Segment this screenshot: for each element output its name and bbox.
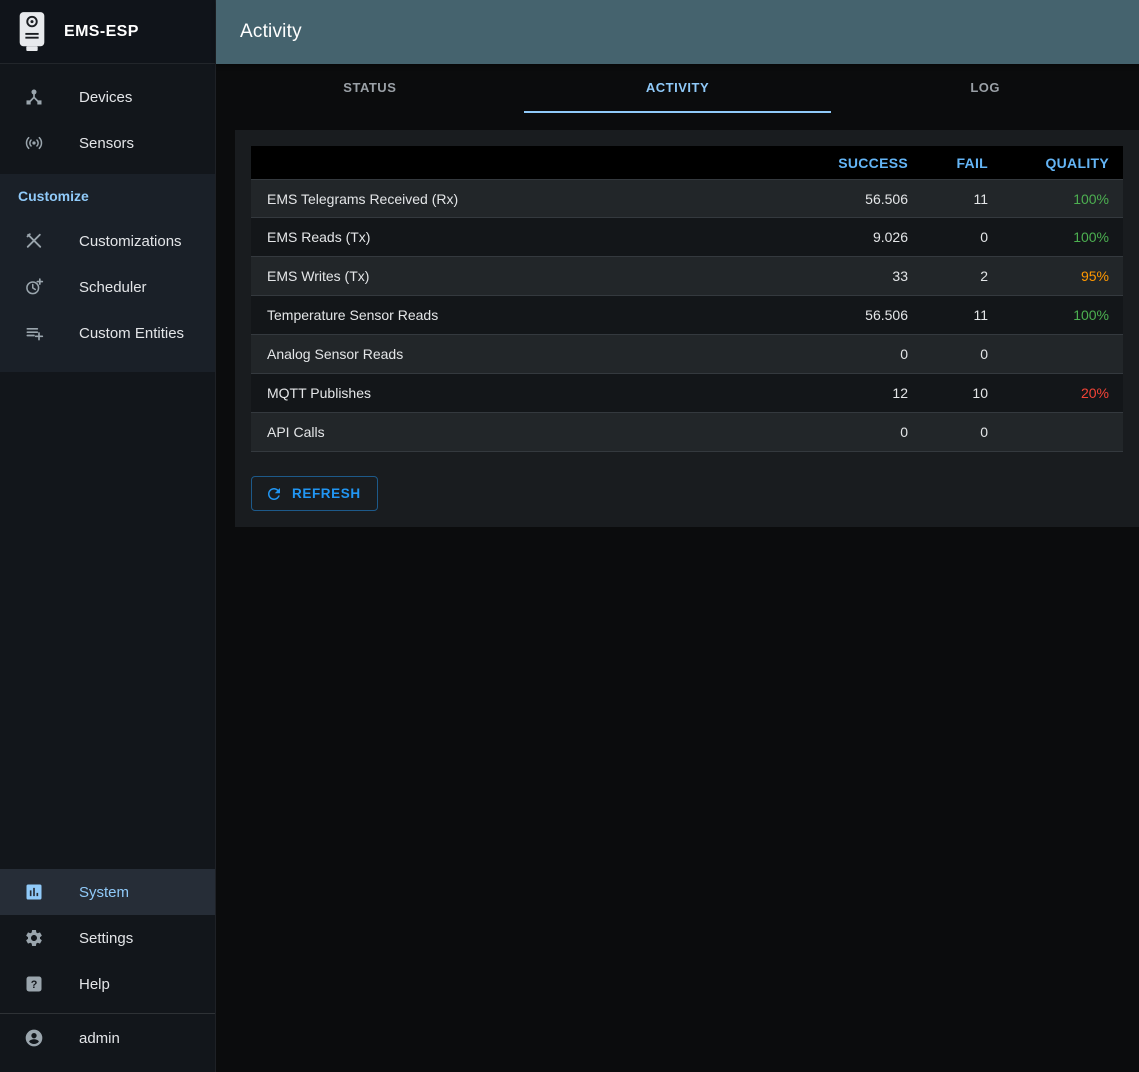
tab-status[interactable]: STATUS — [216, 64, 524, 113]
table-row: API Calls 0 0 — [251, 413, 1123, 452]
column-header-success: SUCCESS — [784, 155, 924, 171]
app-title: EMS-ESP — [64, 23, 139, 41]
sidebar-item-label: Devices — [79, 89, 132, 106]
metric-name: Analog Sensor Reads — [251, 346, 784, 362]
appbar: Activity — [216, 0, 1139, 64]
metric-quality: 100% — [1004, 307, 1123, 323]
customize-section-header: Customize — [0, 188, 215, 204]
metric-name: EMS Reads (Tx) — [251, 229, 784, 245]
table-row: Temperature Sensor Reads 56.506 11 100% — [251, 296, 1123, 335]
sidebar-item-scheduler[interactable]: Scheduler — [0, 264, 215, 310]
metric-success: 12 — [784, 385, 924, 401]
sensors-icon — [24, 133, 44, 153]
metric-name: API Calls — [251, 424, 784, 440]
help-icon: ? — [24, 974, 44, 994]
device-hub-icon — [24, 87, 44, 107]
ems-esp-logo-icon — [14, 10, 50, 54]
sidebar-item-custom-entities[interactable]: Custom Entities — [0, 310, 215, 356]
column-header-quality: QUALITY — [1004, 155, 1123, 171]
table-row: Analog Sensor Reads 0 0 — [251, 335, 1123, 374]
sidebar-item-label: Settings — [79, 930, 133, 947]
metric-fail: 0 — [924, 424, 1004, 440]
metric-quality: 100% — [1004, 229, 1123, 245]
table-row: EMS Writes (Tx) 33 2 95% — [251, 257, 1123, 296]
refresh-button[interactable]: REFRESH — [251, 476, 378, 511]
page-title: Activity — [240, 21, 302, 43]
playlist-add-icon — [24, 323, 44, 343]
metric-success: 56.506 — [784, 191, 924, 207]
metric-name: EMS Telegrams Received (Rx) — [251, 191, 784, 207]
sidebar-user-label: admin — [79, 1030, 120, 1047]
column-header-fail: FAIL — [924, 155, 1004, 171]
sidebar-item-label: Scheduler — [79, 279, 147, 296]
gear-icon — [24, 928, 44, 948]
metric-success: 0 — [784, 424, 924, 440]
table-row: EMS Reads (Tx) 9.026 0 100% — [251, 218, 1123, 257]
sidebar-item-label: System — [79, 884, 129, 901]
refresh-icon — [265, 485, 283, 503]
sidebar-item-sensors[interactable]: Sensors — [0, 120, 215, 166]
table-row: MQTT Publishes 12 10 20% — [251, 374, 1123, 413]
sidebar-item-settings[interactable]: Settings — [0, 915, 215, 961]
activity-panel: SUCCESS FAIL QUALITY EMS Telegrams Recei… — [235, 130, 1139, 527]
metric-fail: 0 — [924, 229, 1004, 245]
metric-quality: 100% — [1004, 191, 1123, 207]
tab-activity[interactable]: ACTIVITY — [524, 64, 832, 113]
sidebar-item-system[interactable]: System — [0, 869, 215, 915]
metric-quality: 95% — [1004, 268, 1123, 284]
metric-fail: 10 — [924, 385, 1004, 401]
metric-fail: 11 — [924, 191, 1004, 207]
refresh-button-label: REFRESH — [292, 486, 361, 501]
sidebar-item-devices[interactable]: Devices — [0, 74, 215, 120]
metric-fail: 0 — [924, 346, 1004, 362]
main-area: Activity STATUS ACTIVITY LOG SUCCESS FAI… — [216, 0, 1139, 1072]
tab-log[interactable]: LOG — [831, 64, 1139, 113]
sidebar-item-label: Custom Entities — [79, 325, 184, 342]
sidebar-item-label: Sensors — [79, 135, 134, 152]
sidebar-user-admin[interactable]: admin — [0, 1014, 215, 1062]
metric-name: MQTT Publishes — [251, 385, 784, 401]
activity-table: SUCCESS FAIL QUALITY EMS Telegrams Recei… — [251, 146, 1123, 452]
account-circle-icon — [24, 1028, 44, 1048]
tab-bar: STATUS ACTIVITY LOG — [216, 64, 1139, 113]
sidebar-item-label: Customizations — [79, 233, 182, 250]
sidebar-item-help[interactable]: ? Help — [0, 961, 215, 1007]
table-header-row: SUCCESS FAIL QUALITY — [251, 146, 1123, 179]
customize-section: Customize Customizations — [0, 174, 215, 372]
sidebar-item-label: Help — [79, 976, 110, 993]
metric-success: 33 — [784, 268, 924, 284]
clock-plus-icon — [24, 277, 44, 297]
metric-fail: 11 — [924, 307, 1004, 323]
app-logo-row: EMS-ESP — [0, 0, 215, 64]
metric-quality: 20% — [1004, 385, 1123, 401]
sidebar-nav: Devices Sensors Customize Custo — [0, 64, 215, 1072]
bar-chart-icon — [24, 882, 44, 902]
svg-text:?: ? — [31, 979, 38, 991]
metric-fail: 2 — [924, 268, 1004, 284]
metric-success: 0 — [784, 346, 924, 362]
metric-name: Temperature Sensor Reads — [251, 307, 784, 323]
sidebar-item-customizations[interactable]: Customizations — [0, 218, 215, 264]
sidebar-spacer — [0, 372, 215, 869]
construction-icon — [24, 231, 44, 251]
metric-success: 9.026 — [784, 229, 924, 245]
metric-name: EMS Writes (Tx) — [251, 268, 784, 284]
metric-success: 56.506 — [784, 307, 924, 323]
sidebar: EMS-ESP Devices Sensors Customize — [0, 0, 216, 1072]
table-row: EMS Telegrams Received (Rx) 56.506 11 10… — [251, 179, 1123, 218]
